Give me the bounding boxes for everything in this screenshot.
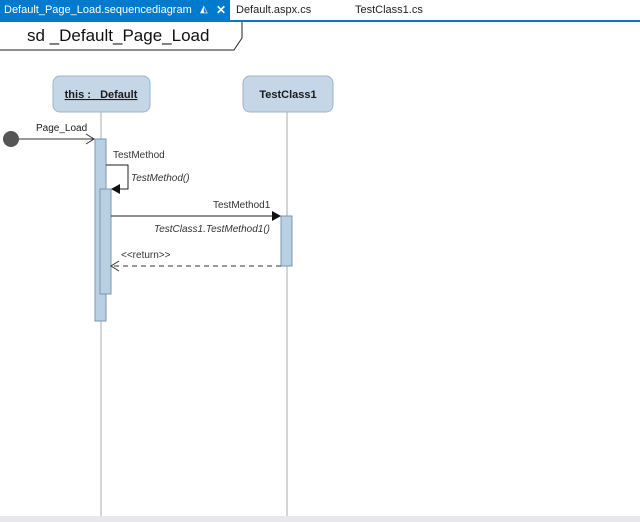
self-call-arrowhead xyxy=(111,184,120,194)
frame-title: sd _Default_Page_Load xyxy=(27,26,210,45)
sequence-diagram-canvas: this : _Default TestClass1 Page_Load Tes… xyxy=(0,22,334,518)
activation-testclass1 xyxy=(280,215,293,267)
test-method1-call-label: TestClass1.TestMethod1() xyxy=(154,224,270,235)
lifeline-default-label: this : _Default xyxy=(65,89,138,101)
found-message-origin xyxy=(3,131,19,147)
self-call-test-method-line[interactable] xyxy=(106,164,129,190)
test-method-call-label: TestMethod() xyxy=(131,173,190,184)
test-method1-arrowhead xyxy=(272,211,281,221)
return-label: <<return>> xyxy=(121,250,171,261)
activation-default-inner xyxy=(99,188,112,295)
page-load-label: Page_Load xyxy=(36,123,87,134)
horizontal-scrollbar[interactable] xyxy=(0,516,640,522)
test-method1-label: TestMethod1 xyxy=(213,200,271,211)
test-method-label: TestMethod xyxy=(113,150,165,161)
lifeline-testclass1-label: TestClass1 xyxy=(259,89,316,101)
